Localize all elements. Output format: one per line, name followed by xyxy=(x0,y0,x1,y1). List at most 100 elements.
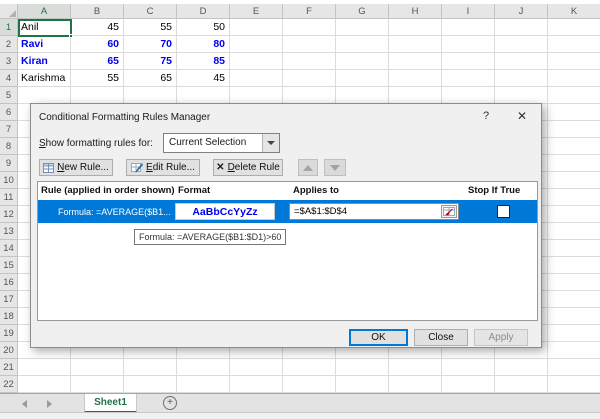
cell-D2[interactable]: 80 xyxy=(177,36,230,53)
cell-K4[interactable] xyxy=(548,70,600,87)
row-header-8[interactable]: 8 xyxy=(0,138,18,155)
cell-E2[interactable] xyxy=(230,36,283,53)
cell-G1[interactable] xyxy=(336,19,389,36)
cell-H1[interactable] xyxy=(389,19,442,36)
cell-K10[interactable] xyxy=(548,172,600,189)
cell-G3[interactable] xyxy=(336,53,389,70)
cell-E22[interactable] xyxy=(230,376,283,393)
cell-D3[interactable]: 85 xyxy=(177,53,230,70)
cell-J21[interactable] xyxy=(495,359,548,376)
select-all-button[interactable] xyxy=(0,4,18,19)
new-rule-button[interactable]: New Rule... xyxy=(39,159,113,176)
column-header-d[interactable]: D xyxy=(177,4,230,19)
cell-H22[interactable] xyxy=(389,376,442,393)
cell-C2[interactable]: 70 xyxy=(124,36,177,53)
row-header-10[interactable]: 10 xyxy=(0,172,18,189)
cell-K7[interactable] xyxy=(548,121,600,138)
dropdown-arrow-button[interactable] xyxy=(262,134,279,152)
cell-G5[interactable] xyxy=(336,87,389,104)
row-header-13[interactable]: 13 xyxy=(0,223,18,240)
row-header-9[interactable]: 9 xyxy=(0,155,18,172)
cell-K18[interactable] xyxy=(548,308,600,325)
cell-K13[interactable] xyxy=(548,223,600,240)
ok-button[interactable]: OK xyxy=(349,329,408,346)
cell-I21[interactable] xyxy=(442,359,495,376)
cell-H2[interactable] xyxy=(389,36,442,53)
row-header-4[interactable]: 4 xyxy=(0,70,18,87)
add-sheet-icon[interactable]: + xyxy=(163,396,177,410)
move-rule-down-button[interactable] xyxy=(324,159,346,176)
row-header-21[interactable]: 21 xyxy=(0,359,18,376)
cell-E4[interactable] xyxy=(230,70,283,87)
cell-E1[interactable] xyxy=(230,19,283,36)
delete-rule-button[interactable]: ✕ Delete Rule xyxy=(213,159,283,176)
cell-J4[interactable] xyxy=(495,70,548,87)
cell-C5[interactable] xyxy=(124,87,177,104)
cell-J22[interactable] xyxy=(495,376,548,393)
cell-C21[interactable] xyxy=(124,359,177,376)
cell-G21[interactable] xyxy=(336,359,389,376)
show-rules-dropdown[interactable]: Current Selection xyxy=(163,133,280,153)
cell-F1[interactable] xyxy=(283,19,336,36)
column-header-f[interactable]: F xyxy=(283,4,336,19)
cell-K20[interactable] xyxy=(548,342,600,359)
cell-A22[interactable] xyxy=(18,376,71,393)
close-button[interactable]: Close xyxy=(414,329,468,346)
cell-K17[interactable] xyxy=(548,291,600,308)
cell-F2[interactable] xyxy=(283,36,336,53)
column-header-e[interactable]: E xyxy=(230,4,283,19)
cell-B4[interactable]: 55 xyxy=(71,70,124,87)
row-header-15[interactable]: 15 xyxy=(0,257,18,274)
cell-K2[interactable] xyxy=(548,36,600,53)
row-header-14[interactable]: 14 xyxy=(0,240,18,257)
cell-D21[interactable] xyxy=(177,359,230,376)
cell-E5[interactable] xyxy=(230,87,283,104)
cell-A4[interactable]: Karishma xyxy=(18,70,71,87)
cell-K22[interactable] xyxy=(548,376,600,393)
apply-button[interactable]: Apply xyxy=(474,329,528,346)
cell-I1[interactable] xyxy=(442,19,495,36)
cell-I4[interactable] xyxy=(442,70,495,87)
column-header-a[interactable]: A xyxy=(18,4,71,19)
cell-B22[interactable] xyxy=(71,376,124,393)
stop-if-true-checkbox[interactable] xyxy=(497,205,510,218)
cell-B5[interactable] xyxy=(71,87,124,104)
column-header-j[interactable]: J xyxy=(495,4,548,19)
cell-D5[interactable] xyxy=(177,87,230,104)
cell-K21[interactable] xyxy=(548,359,600,376)
cell-D1[interactable]: 50 xyxy=(177,19,230,36)
column-header-k[interactable]: K xyxy=(548,4,600,19)
row-header-20[interactable]: 20 xyxy=(0,342,18,359)
cell-H21[interactable] xyxy=(389,359,442,376)
cell-C4[interactable]: 65 xyxy=(124,70,177,87)
row-header-19[interactable]: 19 xyxy=(0,325,18,342)
cell-C22[interactable] xyxy=(124,376,177,393)
cell-K12[interactable] xyxy=(548,206,600,223)
cell-F21[interactable] xyxy=(283,359,336,376)
cell-K14[interactable] xyxy=(548,240,600,257)
cell-F3[interactable] xyxy=(283,53,336,70)
row-header-18[interactable]: 18 xyxy=(0,308,18,325)
cell-A2[interactable]: Ravi xyxy=(18,36,71,53)
row-header-5[interactable]: 5 xyxy=(0,87,18,104)
help-icon[interactable]: ? xyxy=(473,106,499,126)
cell-A21[interactable] xyxy=(18,359,71,376)
cell-F4[interactable] xyxy=(283,70,336,87)
cell-I22[interactable] xyxy=(442,376,495,393)
cell-E3[interactable] xyxy=(230,53,283,70)
cell-C3[interactable]: 75 xyxy=(124,53,177,70)
cell-K1[interactable] xyxy=(548,19,600,36)
cell-K16[interactable] xyxy=(548,274,600,291)
move-rule-up-button[interactable] xyxy=(298,159,318,176)
row-header-16[interactable]: 16 xyxy=(0,274,18,291)
cell-A3[interactable]: Kiran xyxy=(18,53,71,70)
cell-K3[interactable] xyxy=(548,53,600,70)
next-sheet-icon[interactable] xyxy=(47,400,52,408)
cell-H4[interactable] xyxy=(389,70,442,87)
edit-rule-button[interactable]: Edit Rule... xyxy=(126,159,200,176)
cell-H5[interactable] xyxy=(389,87,442,104)
cell-B1[interactable]: 45 xyxy=(71,19,124,36)
rule-row-selected[interactable]: Formula: =AVERAGE($B1... AaBbCcYyZz =$A$… xyxy=(38,200,537,223)
column-header-i[interactable]: I xyxy=(442,4,495,19)
cell-K8[interactable] xyxy=(548,138,600,155)
